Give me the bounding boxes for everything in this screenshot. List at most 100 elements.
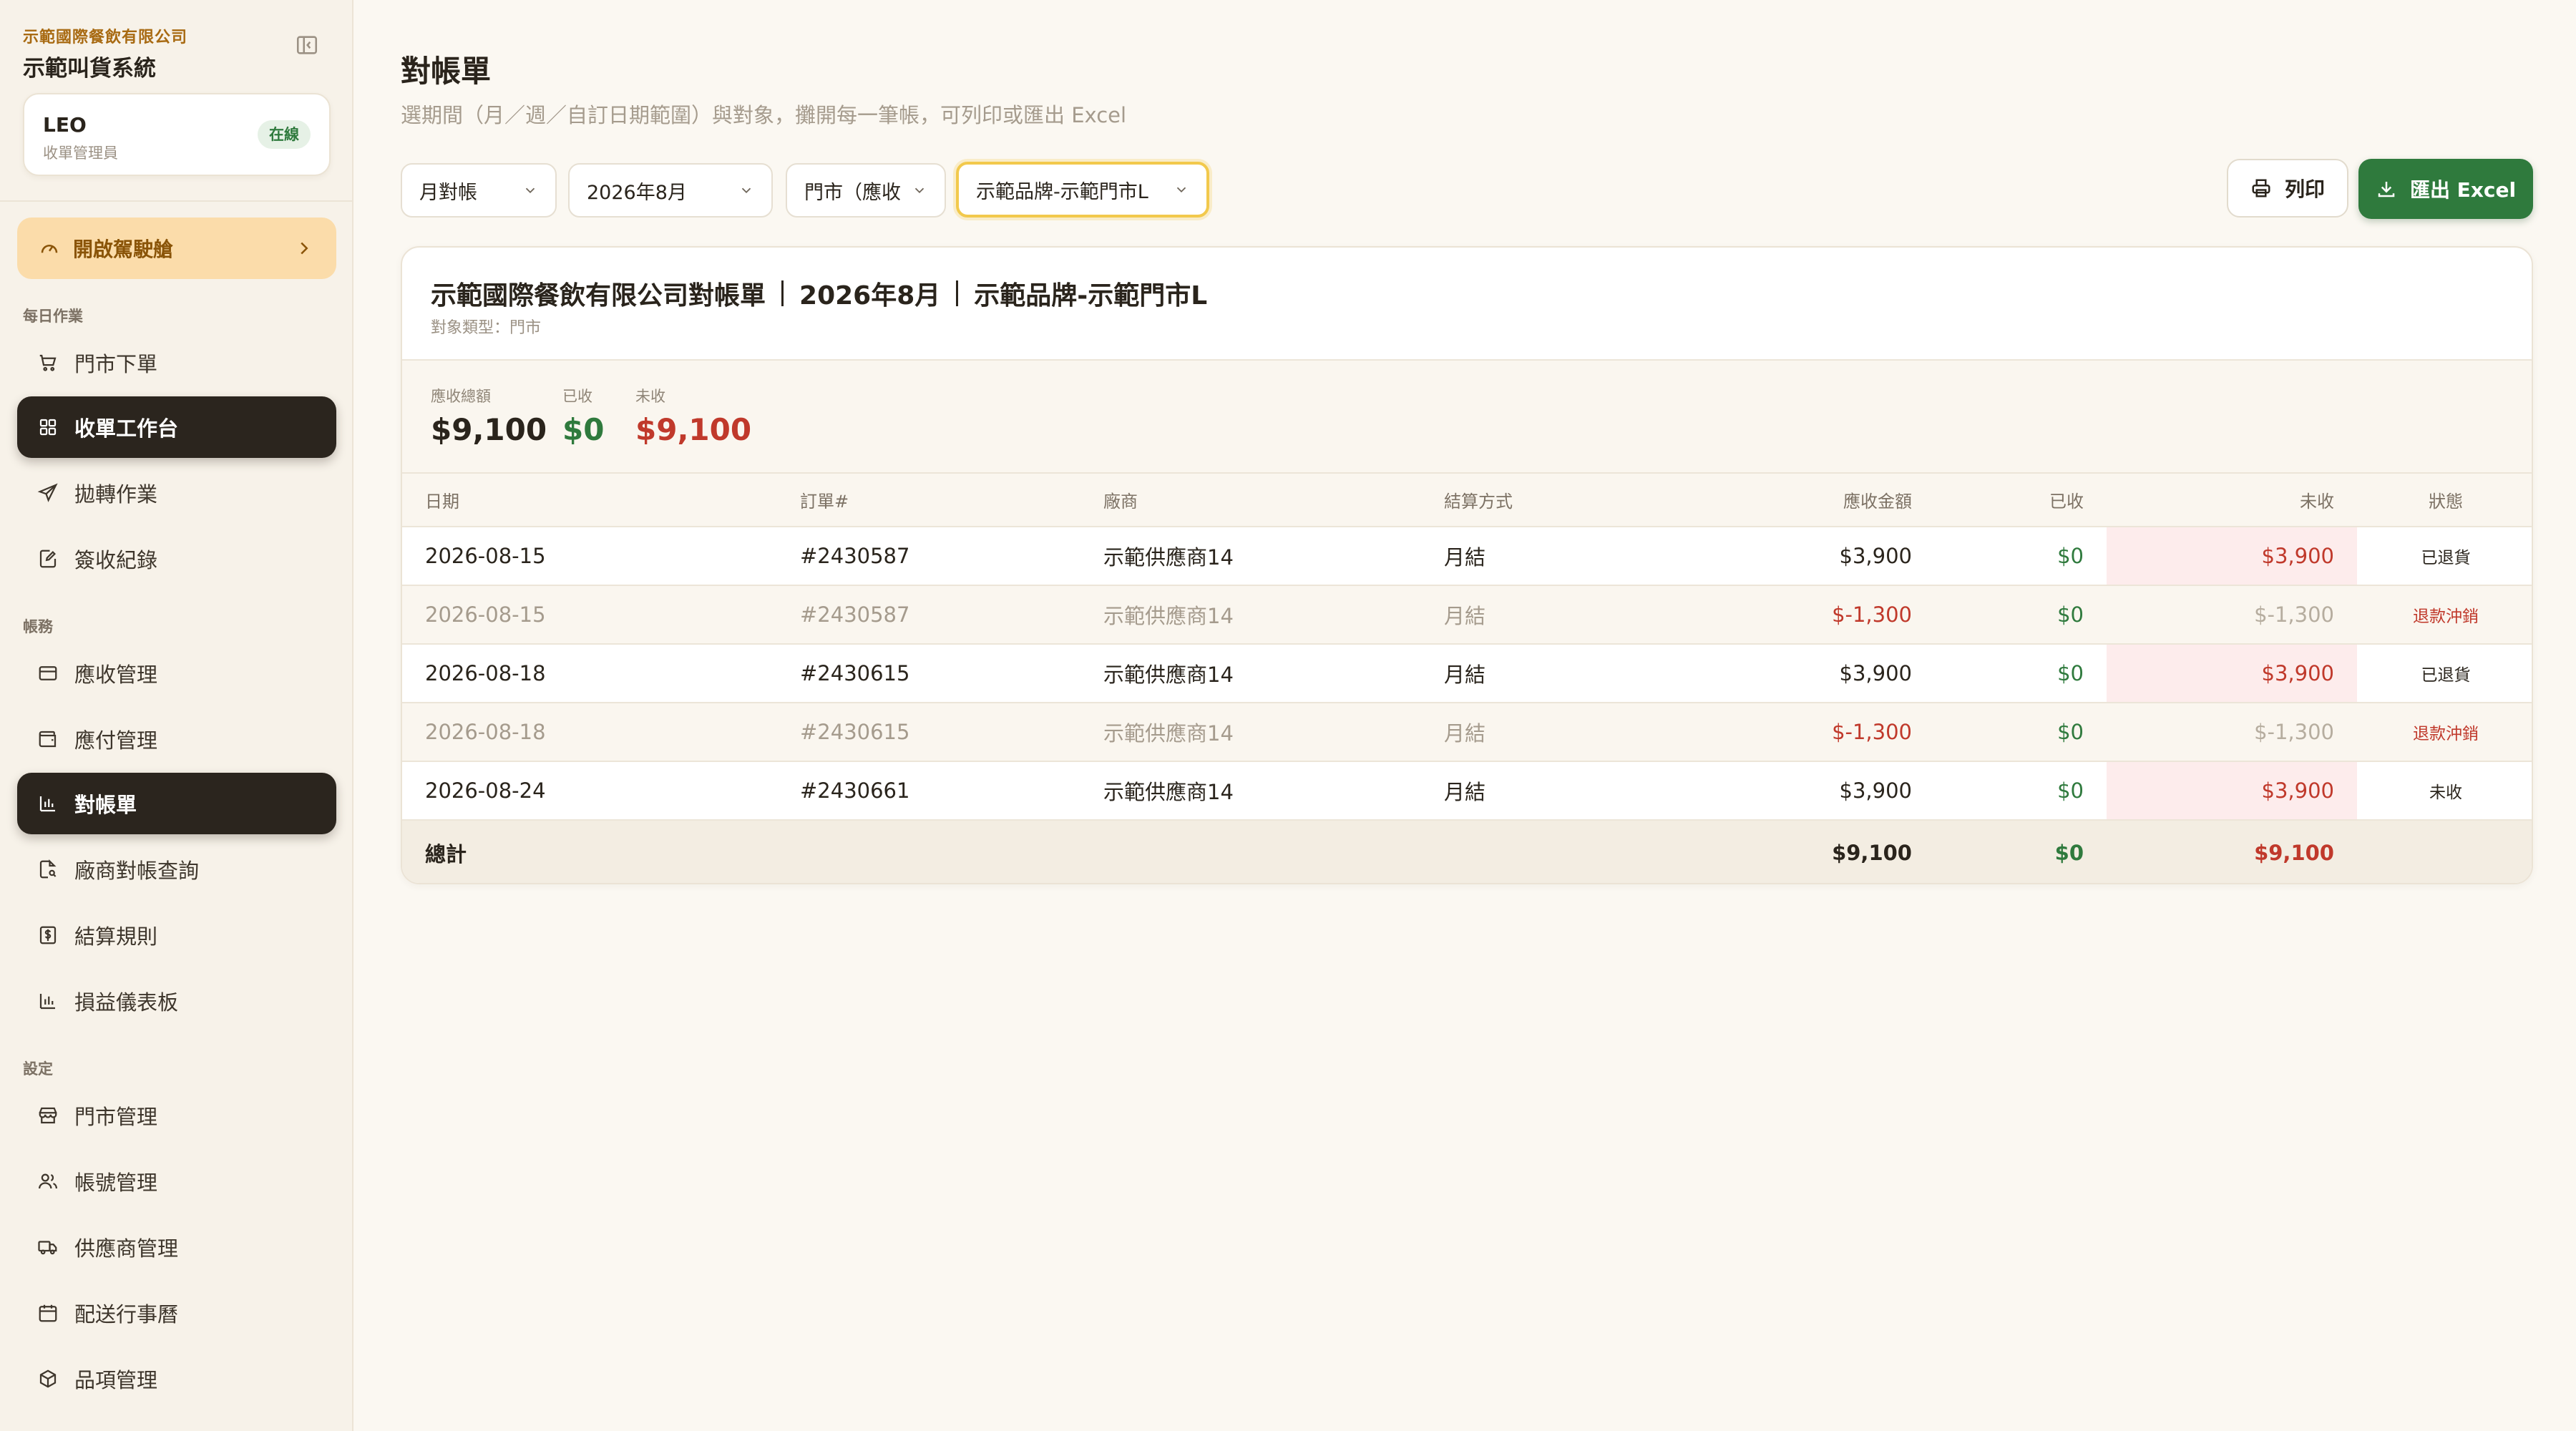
statement-title: 示範國際餐飲有限公司對帳單 2026年8月 示範品牌-示範門市L bbox=[431, 275, 1207, 312]
sidebar-item-label: 廠商對帳查詢 bbox=[74, 859, 200, 883]
bar-chart-icon bbox=[39, 796, 55, 812]
sidebar-item-store-management[interactable]: 門市管理 bbox=[17, 1085, 336, 1146]
user-card[interactable]: LEO 收單管理員 在線 bbox=[23, 93, 331, 176]
cell-received: $0 bbox=[1935, 585, 2107, 645]
total-received: $0 bbox=[1935, 820, 2107, 883]
sidebar-item-label: 配送行事曆 bbox=[74, 1302, 179, 1327]
cell-amount: $3,900 bbox=[1679, 644, 1935, 703]
cell-date: 2026-08-18 bbox=[402, 703, 777, 762]
chevron-down-icon bbox=[741, 187, 751, 194]
target-type-value: 門市（應收） bbox=[804, 181, 900, 204]
cell-date: 2026-08-18 bbox=[402, 644, 777, 703]
summary-received: 已收 $0 bbox=[562, 385, 604, 447]
sidebar-collapse-icon[interactable] bbox=[295, 33, 319, 57]
table-total-row: 總計 $9,100 $0 $9,100 bbox=[402, 820, 2532, 883]
title-separator bbox=[956, 280, 959, 306]
sidebar-item-payables[interactable]: 應付管理 bbox=[17, 708, 336, 770]
cell-amount: $-1,300 bbox=[1679, 703, 1935, 762]
sidebar-item-store-order[interactable]: 門市下單 bbox=[17, 332, 336, 394]
cell-unpaid: $3,900 bbox=[2107, 761, 2357, 821]
month-select[interactable]: 2026年8月 bbox=[568, 163, 773, 218]
column-header-unpaid[interactable]: 未收 bbox=[2107, 474, 2357, 527]
cell-method: 月結 bbox=[1421, 761, 1679, 821]
sidebar-item-label: 損益儀表板 bbox=[74, 990, 179, 1015]
file-search-icon bbox=[39, 859, 57, 879]
period-type-select[interactable]: 月對帳 bbox=[401, 163, 557, 218]
cell-status: 退款沖銷 bbox=[2357, 585, 2532, 645]
summary-received-label: 已收 bbox=[562, 388, 592, 405]
grid-icon bbox=[39, 419, 57, 436]
target-type-select[interactable]: 門市（應收） bbox=[786, 163, 946, 218]
sidebar-item-receipt-records[interactable]: 簽收紀錄 bbox=[17, 528, 336, 590]
print-label: 列印 bbox=[2284, 177, 2325, 201]
cell-vendor: 示範供應商14 bbox=[1080, 527, 1421, 586]
cell-vendor: 示範供應商14 bbox=[1080, 761, 1421, 821]
sidebar-divider bbox=[0, 200, 352, 202]
main-content: 對帳單 選期間（月／週／自訂日期範圍）與對象，攤開每一筆帳，可列印或匯出 Exc… bbox=[353, 0, 2576, 1431]
column-header-date[interactable]: 日期 bbox=[402, 474, 777, 527]
cell-date: 2026-08-15 bbox=[402, 585, 777, 645]
sidebar-item-transfer[interactable]: 拋轉作業 bbox=[17, 462, 336, 524]
summary-unpaid-label: 未收 bbox=[635, 388, 665, 405]
target-value: 示範品牌-示範門市L bbox=[976, 180, 1148, 203]
sidebar-item-label: 應付管理 bbox=[74, 728, 158, 753]
cell-unpaid: $3,900 bbox=[2107, 527, 2357, 586]
column-header-order[interactable]: 訂單# bbox=[777, 474, 1080, 527]
cell-status: 已退貨 bbox=[2357, 527, 2532, 586]
table-row[interactable]: 2026-08-15 #2430587 示範供應商14 月結 $3,900 $0… bbox=[402, 527, 2532, 586]
column-header-status[interactable]: 狀態 bbox=[2357, 474, 2532, 527]
user-name: LEO bbox=[43, 113, 87, 137]
sidebar-item-accounts[interactable]: 帳號管理 bbox=[17, 1151, 336, 1212]
user-role: 收單管理員 bbox=[43, 145, 118, 162]
download-icon bbox=[2378, 182, 2395, 197]
sidebar-item-products[interactable]: 品項管理 bbox=[17, 1348, 336, 1410]
open-cockpit-button[interactable]: 開啟駕駛艙 bbox=[17, 218, 336, 279]
cell-received: $0 bbox=[1935, 761, 2107, 821]
sidebar-item-order-workbench[interactable]: 收單工作台 bbox=[17, 396, 336, 458]
table-row-refund[interactable]: 2026-08-15 #2430587 示範供應商14 月結 $-1,300 $… bbox=[402, 585, 2532, 645]
sidebar-item-label: 品項管理 bbox=[74, 1368, 158, 1392]
total-unpaid: $9,100 bbox=[2107, 820, 2357, 883]
sidebar-item-settlement-rules[interactable]: 結算規則 bbox=[17, 904, 336, 966]
total-empty bbox=[1421, 820, 1679, 883]
box-icon bbox=[39, 1369, 57, 1388]
page-title: 對帳單 bbox=[401, 54, 492, 89]
table-row[interactable]: 2026-08-18 #2430615 示範供應商14 月結 $3,900 $0… bbox=[402, 644, 2532, 703]
column-header-amount[interactable]: 應收金額 bbox=[1679, 474, 1935, 527]
sidebar-item-receivables[interactable]: 應收管理 bbox=[17, 643, 336, 704]
page-subtitle: 選期間（月／週／自訂日期範圍）與對象，攤開每一筆帳，可列印或匯出 Excel bbox=[401, 103, 1127, 127]
statement-card: 示範國際餐飲有限公司對帳單 2026年8月 示範品牌-示範門市L 對象類型：門市… bbox=[401, 246, 2533, 884]
statement-header: 示範國際餐飲有限公司對帳單 2026年8月 示範品牌-示範門市L 對象類型：門市 bbox=[402, 248, 2532, 361]
cell-received: $0 bbox=[1935, 644, 2107, 703]
cell-vendor: 示範供應商14 bbox=[1080, 585, 1421, 645]
cart-icon bbox=[39, 354, 57, 371]
sidebar-item-pnl-dashboard[interactable]: 損益儀表板 bbox=[17, 970, 336, 1032]
cell-status: 退款沖銷 bbox=[2357, 703, 2532, 762]
table-row[interactable]: 2026-08-24 #2430661 示範供應商14 月結 $3,900 $0… bbox=[402, 761, 2532, 821]
sidebar-item-label: 門市管理 bbox=[74, 1105, 158, 1129]
cell-amount: $3,900 bbox=[1679, 527, 1935, 586]
export-excel-button[interactable]: 匯出 Excel bbox=[2358, 159, 2533, 219]
target-select[interactable]: 示範品牌-示範門市L bbox=[956, 162, 1209, 218]
total-empty bbox=[2357, 820, 2532, 883]
cell-unpaid: $-1,300 bbox=[2107, 703, 2357, 762]
calendar-icon bbox=[39, 1304, 57, 1322]
statement-title-company: 示範國際餐飲有限公司對帳單 bbox=[431, 281, 766, 311]
cell-received: $0 bbox=[1935, 703, 2107, 762]
sidebar-item-label: 對帳單 bbox=[74, 793, 137, 817]
cell-received: $0 bbox=[1935, 527, 2107, 586]
print-button[interactable]: 列印 bbox=[2227, 159, 2348, 218]
target-type-line: 對象類型：門市 bbox=[431, 319, 542, 337]
sidebar-item-vendor-reconcile[interactable]: 廠商對帳查詢 bbox=[17, 839, 336, 900]
cell-order: #2430587 bbox=[777, 527, 1080, 586]
column-header-method[interactable]: 結算方式 bbox=[1421, 474, 1679, 527]
sidebar-item-suppliers[interactable]: 供應商管理 bbox=[17, 1216, 336, 1278]
open-cockpit-label: 開啟駕駛艙 bbox=[73, 238, 174, 261]
truck-icon bbox=[38, 1241, 57, 1255]
month-value: 2026年8月 bbox=[587, 181, 687, 204]
column-header-received[interactable]: 已收 bbox=[1935, 474, 2107, 527]
sidebar-item-delivery-calendar[interactable]: 配送行事曆 bbox=[17, 1282, 336, 1344]
column-header-vendor[interactable]: 廠商 bbox=[1080, 474, 1421, 527]
table-row-refund[interactable]: 2026-08-18 #2430615 示範供應商14 月結 $-1,300 $… bbox=[402, 703, 2532, 762]
sidebar-item-statement[interactable]: 對帳單 bbox=[17, 773, 336, 834]
